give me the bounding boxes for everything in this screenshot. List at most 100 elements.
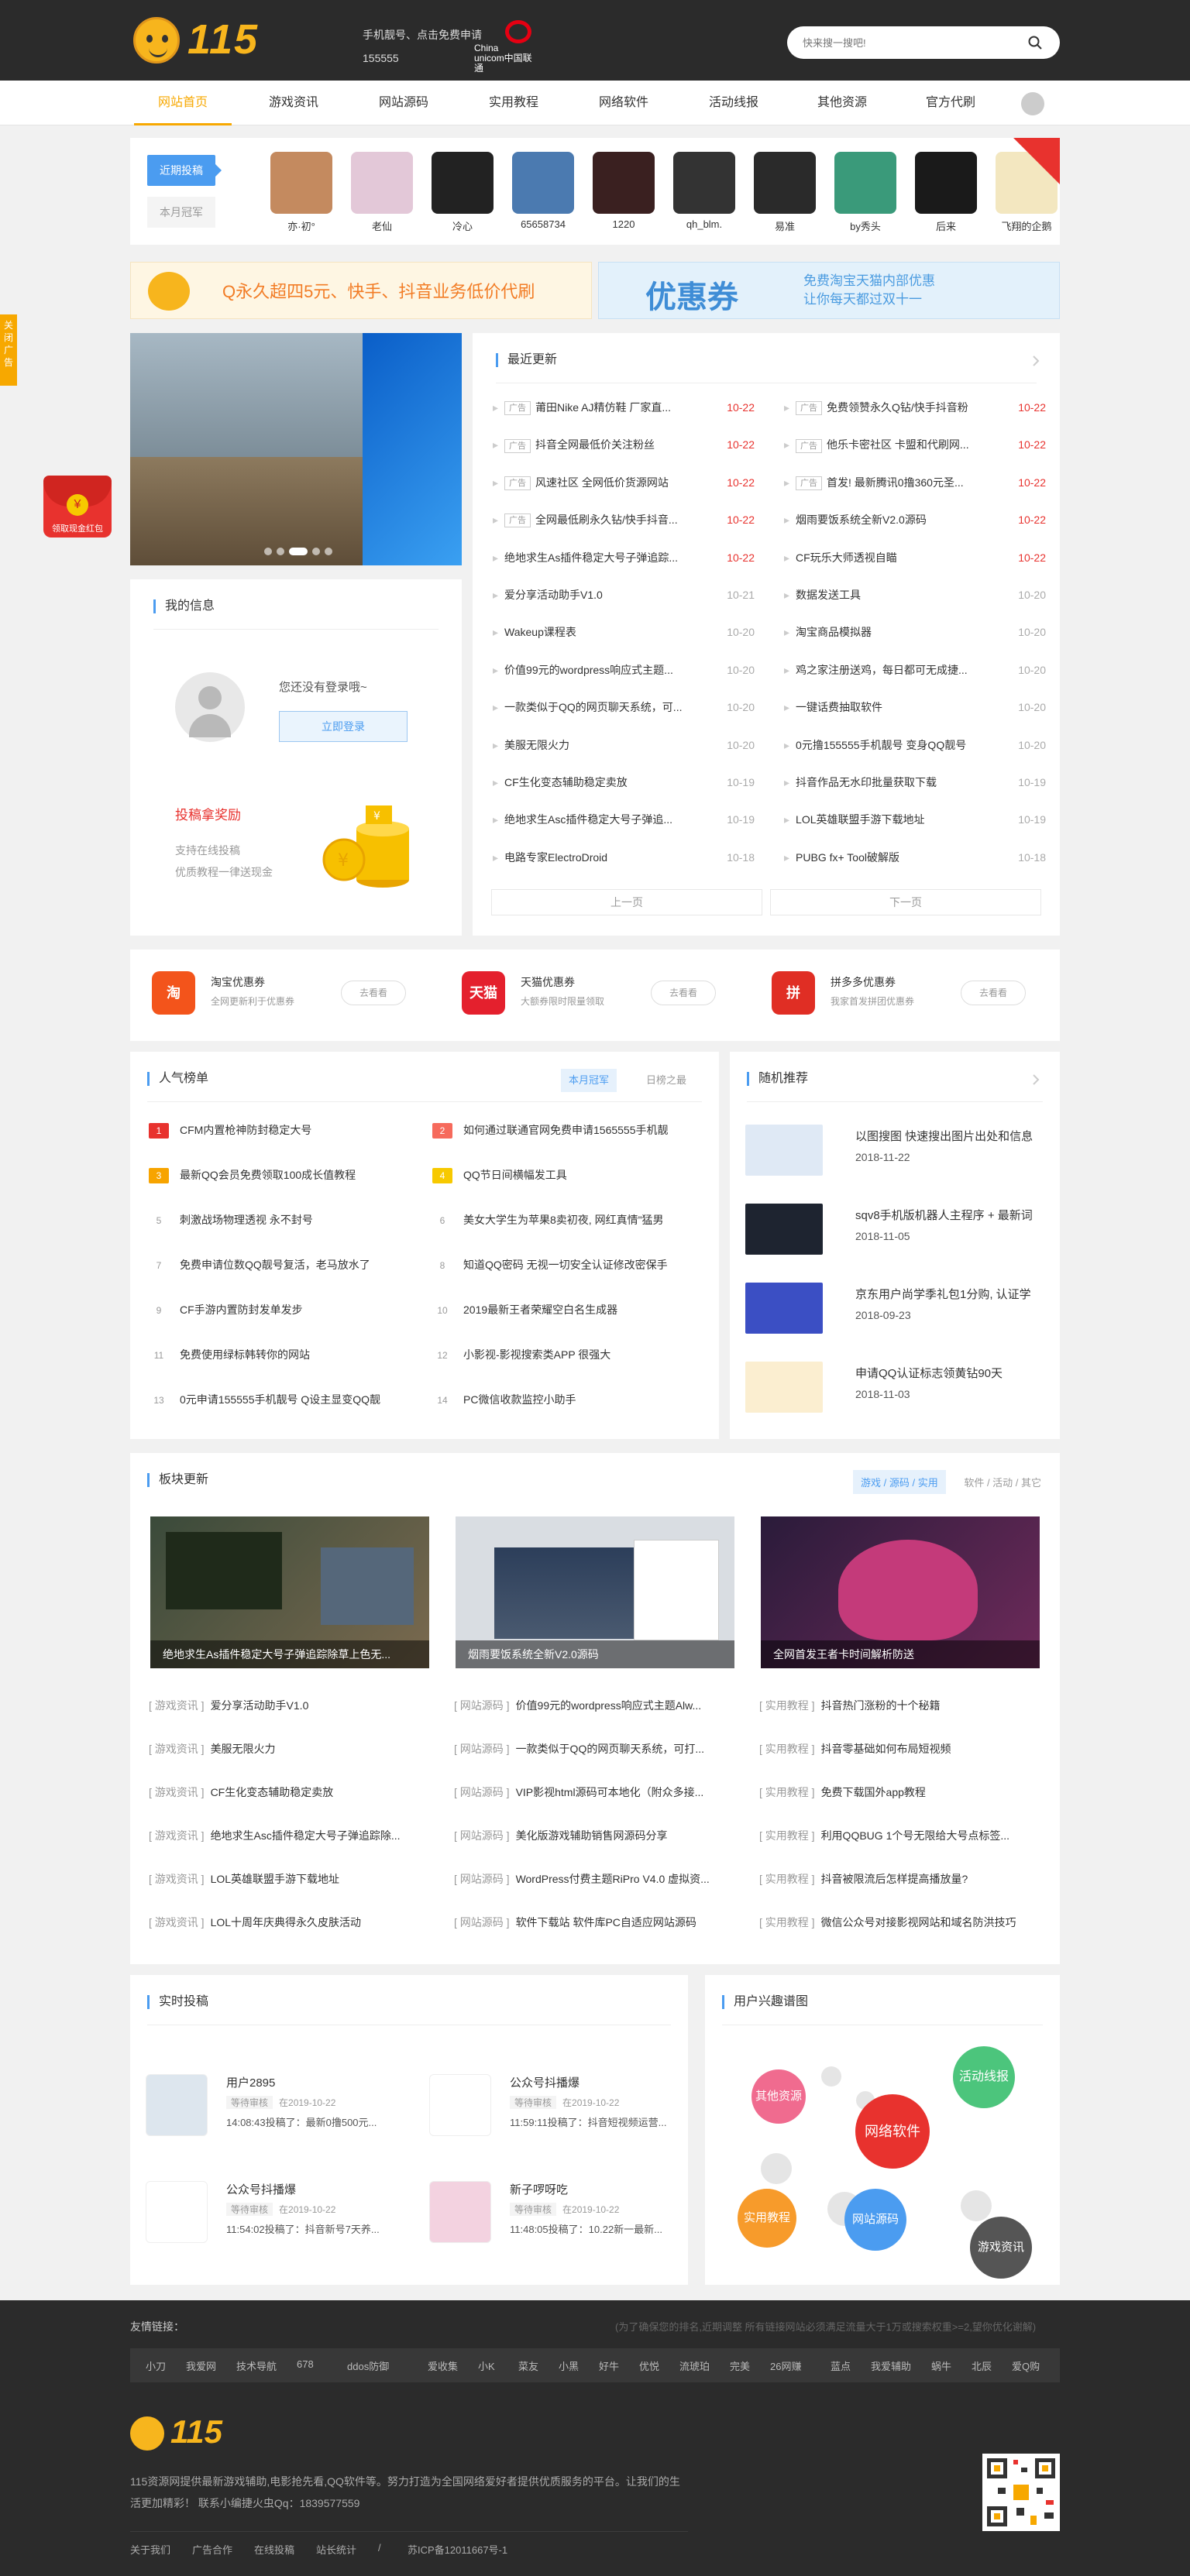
ranking-item[interactable]: 10 2019最新王者荣耀空白名生成器 [432, 1287, 688, 1332]
ranking-item[interactable]: 6 美女大学生为苹果8卖初夜, 网红真情"猛男 [432, 1197, 688, 1242]
latest-item[interactable]: ▸ 绝地求生As插件稳定大号子弹追踪... 10-22 [493, 539, 755, 576]
slider-dot[interactable] [312, 548, 320, 555]
friend-link[interactable]: 好牛 [599, 2358, 619, 2373]
random-item[interactable]: 京东用户尚学季礼包1分购, 认证学 2018-09-23 [745, 1272, 1047, 1349]
nav-other[interactable]: 其他资源 [793, 81, 891, 125]
block-list-item[interactable]: [ 网站源码 ] 软件下载站 软件库PC自适应网站源码 [454, 1901, 733, 1944]
ranking-item[interactable]: 14 PC微信收款监控小助手 [432, 1377, 688, 1422]
bubble-network-software[interactable]: 网络软件 [855, 2094, 930, 2169]
latest-item[interactable]: ▸ 烟雨要饭系统全新V2.0源码 10-22 [784, 501, 1046, 538]
friend-link[interactable]: 技术导航 [236, 2358, 277, 2373]
ranking-item[interactable]: 5 刺激战场物理透视 永不封号 [149, 1197, 404, 1242]
coupon-go-button[interactable]: 去看看 [341, 981, 406, 1005]
latest-item[interactable]: ▸ PUBG fx+ Tool破解版 10-18 [784, 839, 1046, 876]
contributor-item[interactable]: 65658734 [508, 152, 578, 230]
contributor-item[interactable]: 冷心 [428, 152, 497, 233]
ranking-item[interactable]: 9 CF手游内置防封发单发步 [149, 1287, 404, 1332]
block-list-item[interactable]: [ 游戏资讯 ] 美服无限火力 [149, 1727, 428, 1771]
friend-link[interactable]: 小刀 [146, 2358, 166, 2373]
nav-official[interactable]: 官方代刷 [902, 81, 999, 125]
bubble-activities[interactable]: 活动线报 [953, 2046, 1015, 2108]
block-list-item[interactable]: [ 游戏资讯 ] 绝地求生Asc插件稳定大号子弹追踪除... [149, 1814, 428, 1857]
prev-page-button[interactable]: 上一页 [491, 889, 762, 915]
contributor-item[interactable]: 后来 [911, 152, 981, 233]
ranking-item[interactable]: 7 免费申请位数QQ靓号复活，老马放水了 [149, 1242, 404, 1287]
chevron-right-icon[interactable] [1032, 1073, 1040, 1086]
block-list-item[interactable]: [ 实用教程 ] 微信公众号对接影视网站和域名防洪技巧 [759, 1901, 1038, 1944]
friend-link[interactable]: 爱Q购 [1012, 2358, 1040, 2373]
friend-link[interactable]: 流琥珀 [679, 2358, 710, 2373]
ranking-item[interactable]: 4 QQ节日间横幅发工具 [432, 1152, 688, 1197]
slider-dot[interactable] [264, 548, 272, 555]
friend-link[interactable]: 我爱网 [186, 2358, 216, 2373]
ranking-item[interactable]: 3 最新QQ会员免费领取100成长值教程 [149, 1152, 404, 1197]
random-item[interactable]: sqv8手机版机器人主程序 + 最新词 2018-11-05 [745, 1193, 1047, 1270]
chevron-right-icon[interactable] [1032, 355, 1040, 367]
slider-dot[interactable] [325, 548, 332, 555]
post-item[interactable]: 用户2895 等待审核 在2019-10-22 14:08:43投稿了：最新0撸500… [130, 2074, 394, 2159]
block-list-item[interactable]: [ 实用教程 ] 抖音零基础如何布局短视频 [759, 1727, 1038, 1771]
random-item[interactable]: 申请QQ认证标志领黄钻90天 2018-11-03 [745, 1351, 1047, 1428]
tab-daily-top[interactable]: 日榜之最 [638, 1069, 694, 1092]
post-item[interactable]: 公众号抖播爆 等待审核 在2019-10-22 11:59:11投稿了：抖音短视频运营… [414, 2074, 677, 2159]
tab-month-champion[interactable]: 本月冠军 [561, 1069, 617, 1092]
friend-link[interactable]: 北辰 [972, 2358, 992, 2373]
friend-link[interactable]: 小黑 [559, 2358, 579, 2373]
ranking-item[interactable]: 2 如何通过联通官网免费申请1565555手机靓 [432, 1108, 688, 1152]
latest-item[interactable]: ▸ 0元撸155555手机靓号 变身QQ靓号 10-20 [784, 726, 1046, 764]
block-list-item[interactable]: [ 网站源码 ] 一款类似于QQ的网页聊天系统，可打... [454, 1727, 733, 1771]
bubble-game-news[interactable]: 游戏资讯 [970, 2217, 1032, 2279]
block-list-item[interactable]: [ 网站源码 ] 美化版游戏辅助销售网源码分享 [454, 1814, 733, 1857]
block-list-item[interactable]: [ 实用教程 ] 利用QQBUG 1个号无限给大号点标签... [759, 1814, 1038, 1857]
latest-item[interactable]: ▸ 数据发送工具 10-20 [784, 576, 1046, 613]
tab-month-champion[interactable]: 本月冠军 [147, 197, 215, 228]
random-item[interactable]: 以图搜图 快速搜出图片出处和信息 2018-11-22 [745, 1114, 1047, 1191]
ranking-item[interactable]: 1 CFM内置枪神防封稳定大号 [149, 1108, 404, 1152]
latest-item[interactable]: ▸ 抖音作品无水印批量获取下载 10-19 [784, 764, 1046, 801]
tab-game-source-practical[interactable]: 游戏 / 源码 / 实用 [853, 1470, 946, 1494]
block-list-item[interactable]: [ 游戏资讯 ] CF生化变态辅助稳定卖放 [149, 1771, 428, 1814]
ranking-item[interactable]: 11 免费使用绿标韩转你的网站 [149, 1332, 404, 1377]
latest-item[interactable]: ▸ CF生化变态辅助稳定卖放 10-19 [493, 764, 755, 801]
latest-item[interactable]: ▸ 广告 免费领赞永久Q钻/快手抖音粉 10-22 [784, 389, 1046, 426]
friend-link[interactable]: 蜗牛 [931, 2358, 951, 2373]
latest-item[interactable]: ▸ Wakeup课程表 10-20 [493, 613, 755, 651]
login-button[interactable]: 立即登录 [279, 711, 408, 742]
bubble-other-resources[interactable]: 其他资源 [751, 2069, 806, 2124]
phone-promo[interactable]: 手机靓号、点击免费申请 155555 [363, 23, 482, 70]
bubble-site-source[interactable]: 网站源码 [844, 2189, 906, 2251]
block-list-item[interactable]: [ 游戏资讯 ] LOL英雄联盟手游下载地址 [149, 1857, 428, 1901]
friend-link[interactable]: 爱收集 [428, 2358, 458, 2373]
contributor-item[interactable]: by秀头 [831, 152, 900, 233]
friend-link[interactable]: 完美 [730, 2358, 750, 2373]
latest-item[interactable]: ▸ 广告 首发! 最新腾讯0撸360元圣... 10-22 [784, 464, 1046, 501]
friend-link[interactable]: ddos防御 [347, 2358, 389, 2373]
contributor-item[interactable]: 易准 [750, 152, 820, 233]
block-list-item[interactable]: [ 实用教程 ] 抖音热门涨粉的十个秘籍 [759, 1684, 1038, 1727]
user-avatar-icon[interactable] [1021, 92, 1044, 115]
block-list-item[interactable]: [ 游戏资讯 ] 爱分享活动助手V1.0 [149, 1684, 428, 1727]
latest-item[interactable]: ▸ LOL英雄联盟手游下载地址 10-19 [784, 801, 1046, 838]
friend-link[interactable]: 菜友 [518, 2358, 538, 2373]
site-logo[interactable]: 115 [133, 14, 265, 68]
ranking-item[interactable]: 12 小影视-影视搜索类APP 很强大 [432, 1332, 688, 1377]
latest-item[interactable]: ▸ 电路专家ElectroDroid 10-18 [493, 839, 755, 876]
search-icon[interactable] [1027, 35, 1043, 50]
block-list-item[interactable]: [ 网站源码 ] 价值99元的wordpress响应式主题Alw... [454, 1684, 733, 1727]
footer-link[interactable]: 广告合作 [192, 2542, 232, 2557]
block-list-item[interactable]: [ 网站源码 ] WordPress付费主题RiPro V4.0 虚拟资... [454, 1857, 733, 1901]
nav-home[interactable]: 网站首页 [134, 81, 232, 125]
nav-game-news[interactable]: 游戏资讯 [245, 81, 342, 125]
latest-item[interactable]: ▸ 美服无限火力 10-20 [493, 726, 755, 764]
latest-item[interactable]: ▸ 价值99元的wordpress响应式主题... 10-20 [493, 651, 755, 689]
nav-activities[interactable]: 活动线报 [685, 81, 782, 125]
contributor-item[interactable]: 老仙 [347, 152, 417, 233]
block-card-tutorial[interactable]: 全网首发王者卡时间解析防送 [761, 1516, 1040, 1668]
nav-software[interactable]: 网络软件 [575, 81, 672, 125]
contributor-item[interactable]: qh_blm. [669, 152, 739, 230]
friend-link[interactable]: 我爱辅助 [871, 2358, 911, 2373]
latest-item[interactable]: ▸ 广告 莆田Nike AJ精仿鞋 厂家直... 10-22 [493, 389, 755, 426]
promo-banner-right[interactable]: 优惠券 免费淘宝天猫内部优惠 让你每天都过双十一 [598, 262, 1060, 319]
promo-banner-left[interactable]: Q永久超四5元、快手、抖音业务低价代刷 [130, 262, 592, 319]
block-list-item[interactable]: [ 网站源码 ] VIP影视html源码可本地化（附众多接... [454, 1771, 733, 1814]
